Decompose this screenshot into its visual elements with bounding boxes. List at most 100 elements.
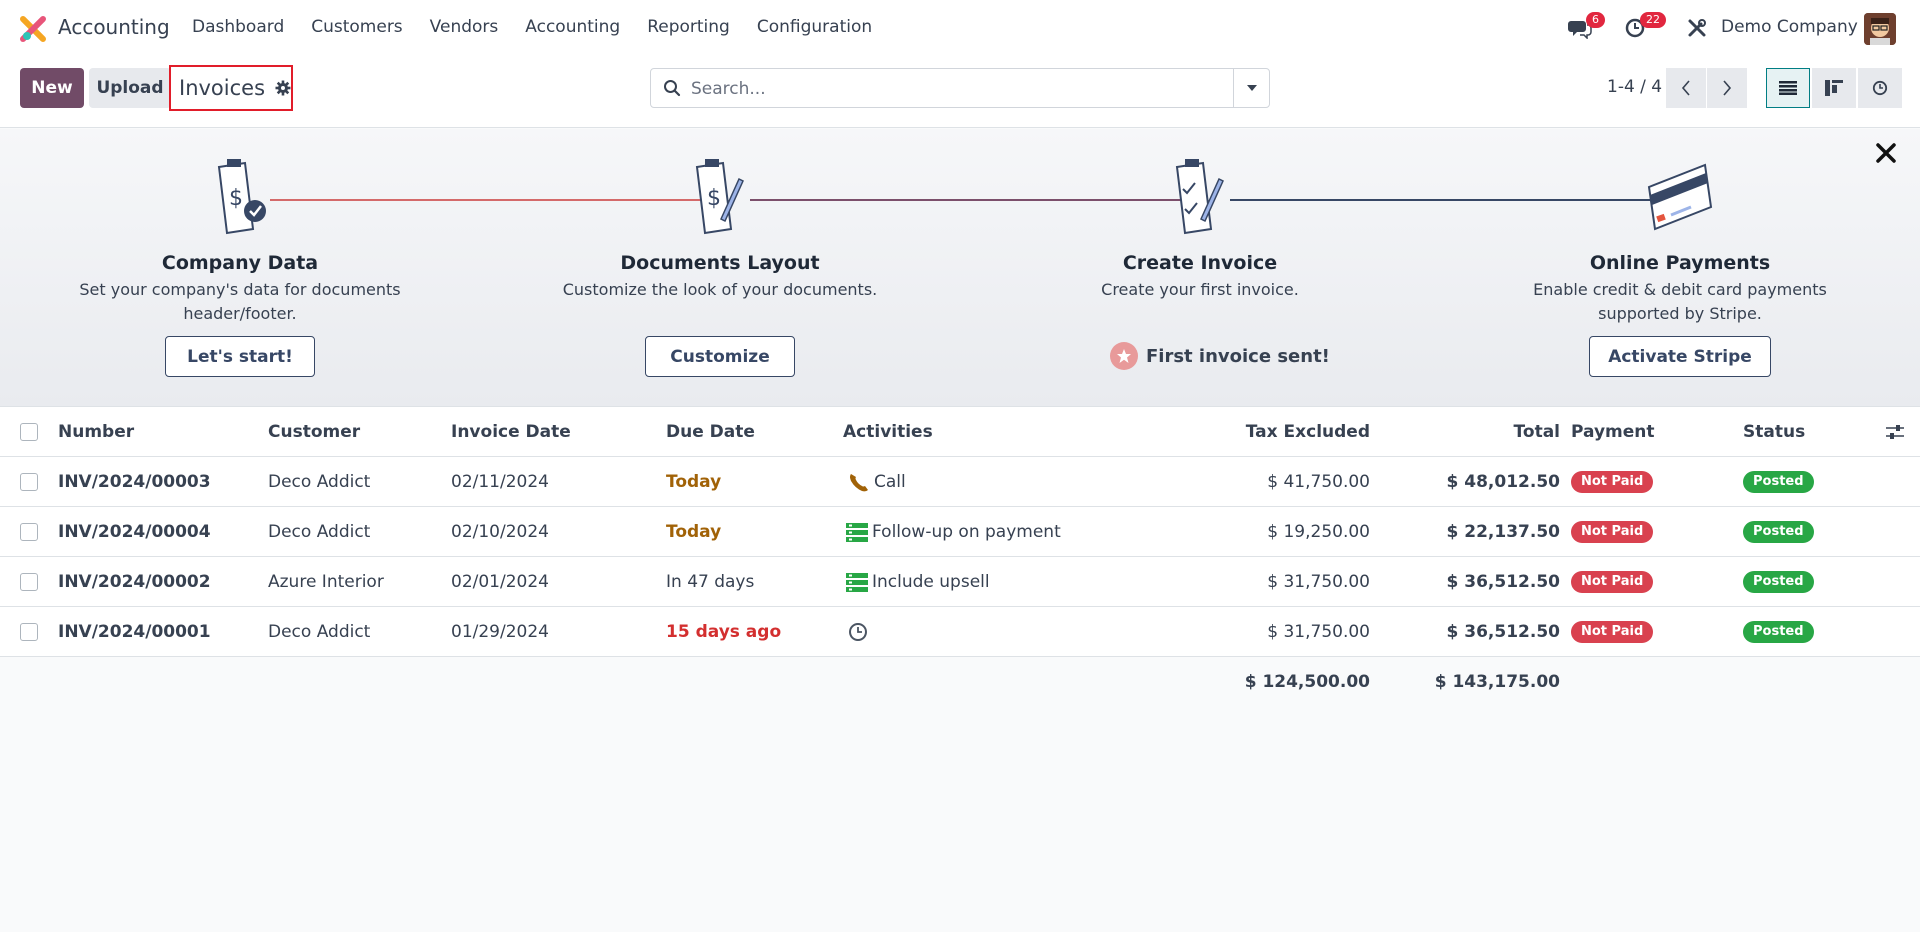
onboarding-panel: $ Company Data Set your company's data f…: [0, 129, 1920, 407]
optional-columns-toggle[interactable]: [1886, 407, 1904, 457]
tax-excluded: $ 31,750.00: [1267, 572, 1370, 592]
activity-label: Include upsell: [872, 572, 990, 592]
column-due-date[interactable]: Due Date: [666, 407, 755, 457]
activity-cell[interactable]: Include upsell: [846, 557, 990, 607]
upload-button[interactable]: Upload: [89, 68, 171, 108]
list-view-button[interactable]: [1766, 68, 1810, 108]
row-checkbox[interactable]: [20, 607, 38, 657]
menu-configuration[interactable]: Configuration: [757, 17, 872, 37]
activity-cell[interactable]: [847, 607, 873, 657]
row-checkbox[interactable]: [20, 557, 38, 607]
clock-icon: [849, 623, 867, 641]
invoice-date: 02/01/2024: [451, 572, 549, 592]
column-status[interactable]: Status: [1743, 407, 1805, 457]
documents-layout-icon: $: [695, 159, 744, 235]
row-checkbox[interactable]: [20, 457, 38, 507]
activity-cell[interactable]: Follow-up on payment: [846, 507, 1061, 557]
column-tax-excluded[interactable]: Tax Excluded: [1150, 407, 1370, 457]
pager-previous-button[interactable]: [1666, 68, 1706, 108]
activity-cell[interactable]: Call: [848, 457, 906, 507]
sliders-icon: [1886, 425, 1904, 439]
row-checkbox[interactable]: [20, 507, 38, 557]
invoice-date: 02/10/2024: [451, 522, 549, 542]
column-customer[interactable]: Customer: [268, 407, 360, 457]
control-panel: New Upload Invoices 1-4 / 4: [0, 56, 1920, 128]
tax-excluded: $ 41,750.00: [1267, 472, 1370, 492]
top-navbar: Accounting Dashboard Customers Vendors A…: [0, 0, 1920, 56]
posted-badge: Posted: [1743, 471, 1814, 493]
invoice-status: Posted: [1743, 607, 1814, 657]
not-paid-badge: Not Paid: [1571, 621, 1654, 643]
search-icon: [664, 80, 681, 97]
column-invoice-date[interactable]: Invoice Date: [451, 407, 571, 457]
posted-badge: Posted: [1743, 521, 1814, 543]
search-options-toggle[interactable]: [1233, 69, 1269, 107]
company-data-icon: $: [217, 159, 266, 235]
accounting-app-icon[interactable]: [20, 16, 46, 42]
menu-accounting[interactable]: Accounting: [525, 17, 620, 37]
invoice-number: INV/2024/00001: [58, 622, 211, 642]
clock-icon: [1872, 80, 1888, 96]
tasks-icon: [846, 523, 868, 542]
due-date: Today: [666, 472, 722, 492]
table-row[interactable]: INV/2024/00003 Deco Addict 02/11/2024 To…: [0, 457, 1920, 507]
tax-excluded: $ 19,250.00: [1267, 522, 1370, 542]
pager-next-button[interactable]: [1707, 68, 1747, 108]
invoices-table: Number Customer Invoice Date Due Date Ac…: [0, 407, 1920, 707]
payment-status: Not Paid: [1571, 507, 1654, 557]
gear-icon[interactable]: [275, 80, 291, 96]
table-row[interactable]: INV/2024/00002 Azure Interior 02/01/2024…: [0, 557, 1920, 607]
user-avatar[interactable]: [1864, 13, 1896, 45]
tax-excluded: $ 31,750.00: [1267, 622, 1370, 642]
total-sum: $ 143,175.00: [1434, 672, 1560, 692]
breadcrumb: Invoices: [169, 65, 293, 111]
activate-stripe-button[interactable]: Activate Stripe: [1589, 336, 1771, 377]
table-row[interactable]: INV/2024/00001 Deco Addict 01/29/2024 15…: [0, 607, 1920, 657]
menu-reporting[interactable]: Reporting: [647, 17, 730, 37]
debug-tools-button[interactable]: [1686, 12, 1708, 44]
new-button[interactable]: New: [20, 68, 84, 108]
chevron-left-icon: [1681, 80, 1690, 96]
column-total[interactable]: Total: [1380, 407, 1560, 457]
total: $ 48,012.50: [1446, 472, 1560, 492]
menu-dashboard[interactable]: Dashboard: [192, 17, 284, 37]
customer-name: Deco Addict: [268, 522, 371, 542]
column-number[interactable]: Number: [58, 407, 134, 457]
due-date: In 47 days: [666, 572, 755, 592]
step-title: Documents Layout: [620, 252, 820, 274]
total: $ 22,137.50: [1446, 522, 1560, 542]
payment-status: Not Paid: [1571, 557, 1654, 607]
select-all-checkbox[interactable]: [20, 407, 38, 457]
column-activities[interactable]: Activities: [843, 407, 933, 457]
posted-badge: Posted: [1743, 571, 1814, 593]
chevron-right-icon: [1723, 80, 1732, 96]
customize-button[interactable]: Customize: [645, 336, 795, 377]
menu-customers[interactable]: Customers: [311, 17, 402, 37]
column-payment[interactable]: Payment: [1571, 407, 1655, 457]
payment-status: Not Paid: [1571, 607, 1654, 657]
invoice-number: INV/2024/00003: [58, 472, 211, 492]
table-row[interactable]: INV/2024/00004 Deco Addict 02/10/2024 To…: [0, 507, 1920, 557]
payment-status: Not Paid: [1571, 457, 1654, 507]
search-input[interactable]: [691, 77, 1211, 101]
step-description: Create your first invoice.: [1101, 280, 1299, 299]
messages-button[interactable]: 6: [1568, 12, 1605, 44]
phone-icon: [850, 474, 868, 492]
activities-button[interactable]: 22: [1624, 12, 1666, 44]
activity-view-button[interactable]: [1858, 68, 1902, 108]
invoice-date: 02/11/2024: [451, 472, 549, 492]
activity-label: Follow-up on payment: [872, 522, 1061, 542]
pager-value[interactable]: 1-4 / 4: [1607, 77, 1662, 97]
company-switcher[interactable]: Demo Company: [1721, 17, 1858, 37]
not-paid-badge: Not Paid: [1571, 471, 1654, 493]
step-description: Customize the look of your documents.: [562, 280, 878, 299]
close-icon[interactable]: [1874, 141, 1898, 165]
kanban-view-button[interactable]: [1812, 68, 1856, 108]
app-name[interactable]: Accounting: [58, 15, 170, 39]
step-description: Enable credit & debit card payments supp…: [1533, 280, 1827, 323]
step-title: Company Data: [161, 252, 319, 274]
not-paid-badge: Not Paid: [1571, 521, 1654, 543]
menu-vendors[interactable]: Vendors: [430, 17, 499, 37]
activity-label: Call: [874, 472, 906, 492]
lets-start-button[interactable]: Let's start!: [165, 336, 315, 377]
